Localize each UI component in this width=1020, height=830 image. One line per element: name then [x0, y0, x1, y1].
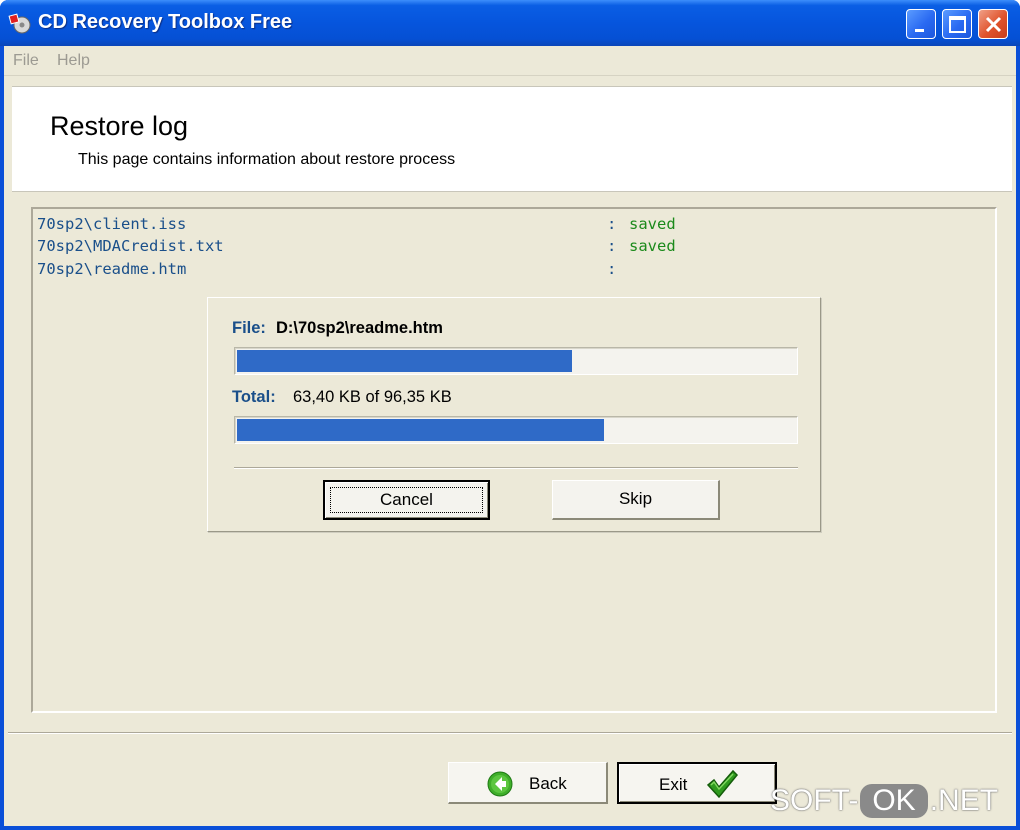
- file-progress-fill: [237, 350, 572, 372]
- app-window: CD Recovery Toolbox Free File Help Resto…: [0, 0, 1020, 830]
- page-subtitle: This page contains information about res…: [78, 151, 456, 168]
- page-header: Restore log This page contains informati…: [12, 86, 1012, 192]
- back-button[interactable]: Back: [448, 762, 608, 804]
- file-label: File:: [232, 319, 266, 337]
- total-progress-bar: [234, 416, 798, 444]
- log-entry-path: 70sp2\MDACredist.txt: [37, 237, 224, 255]
- exit-button[interactable]: Exit: [617, 762, 777, 804]
- log-entry-separator: :: [607, 237, 617, 255]
- minimize-icon: [915, 29, 924, 32]
- log-entry-separator: :: [607, 215, 617, 233]
- log-entry-status: saved: [629, 237, 676, 255]
- skip-button-label: Skip: [618, 489, 653, 508]
- menu-bar: File Help: [4, 46, 1016, 76]
- close-button[interactable]: [978, 9, 1008, 39]
- watermark: SOFT- OK .NET: [770, 784, 998, 828]
- back-button-label: Back: [529, 774, 567, 793]
- cancel-button[interactable]: Cancel: [323, 480, 490, 520]
- maximize-button[interactable]: [942, 9, 972, 39]
- dialog-separator: [234, 467, 798, 469]
- total-value: 63,40 KB of 96,35 KB: [293, 388, 452, 406]
- watermark-right: .NET: [929, 784, 999, 817]
- total-label: Total:: [232, 388, 276, 406]
- back-arrow-icon: [487, 771, 513, 797]
- menu-help[interactable]: Help: [57, 52, 90, 70]
- maximize-icon: [949, 16, 966, 33]
- watermark-badge: OK: [860, 784, 928, 818]
- skip-button[interactable]: Skip: [552, 480, 720, 520]
- page-title: Restore log: [50, 111, 189, 141]
- file-value: D:\70sp2\readme.htm: [276, 319, 443, 337]
- minimize-button[interactable]: [906, 9, 936, 39]
- log-entry-path: 70sp2\client.iss: [37, 215, 187, 233]
- footer-separator: [8, 732, 1012, 734]
- total-progress-fill: [237, 419, 604, 441]
- menu-file[interactable]: File: [13, 52, 39, 70]
- checkmark-icon: [706, 769, 739, 799]
- window-title: CD Recovery Toolbox Free: [38, 11, 293, 33]
- log-entry-path: 70sp2\readme.htm: [37, 260, 187, 278]
- title-bar[interactable]: CD Recovery Toolbox Free: [0, 0, 1020, 46]
- exit-button-label: Exit: [659, 775, 688, 794]
- log-entry: 70sp2\MDACredist.txt : saved: [33, 237, 993, 259]
- log-entry: 70sp2\client.iss : saved: [33, 215, 993, 237]
- close-icon: [985, 16, 1002, 33]
- app-icon: [8, 13, 31, 34]
- file-progress-bar: [234, 347, 798, 375]
- log-entry-status: saved: [629, 215, 676, 233]
- log-entry: 70sp2\readme.htm :: [33, 260, 993, 282]
- watermark-left: SOFT-: [770, 784, 859, 817]
- progress-dialog: File: D:\70sp2\readme.htm Total: 63,40 K…: [207, 297, 821, 532]
- log-entry-separator: :: [607, 260, 617, 278]
- focus-rect: [330, 487, 483, 513]
